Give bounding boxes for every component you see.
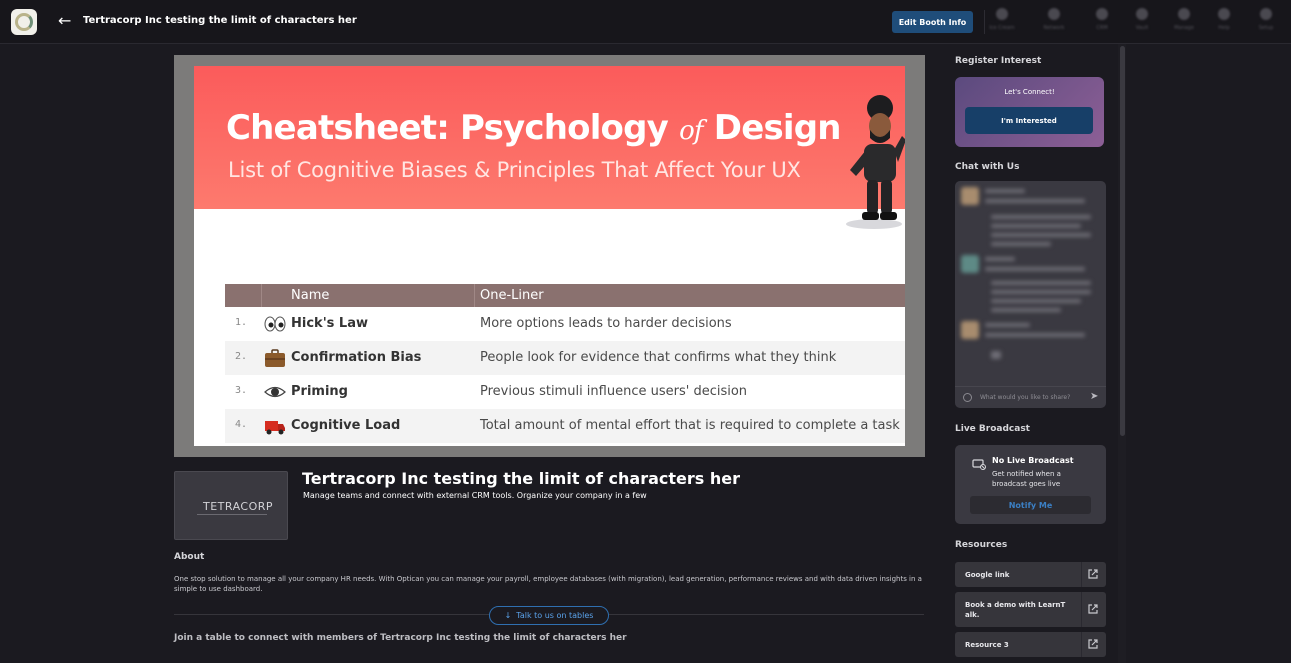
column-one-liner: One-Liner [480,288,544,303]
chat-message-blurred [985,257,1095,271]
send-icon[interactable]: ➤ [1090,391,1098,402]
booth-name: Tertracorp Inc testing the limit of char… [302,469,741,488]
chat-input-placeholder[interactable]: What would you like to share? [980,394,1070,401]
page-title: Tertracorp Inc testing the limit of char… [83,15,357,26]
tool-icon [1096,8,1108,20]
no-live-broadcast-title: No Live Broadcast [992,456,1074,465]
external-link-icon[interactable] [1087,568,1099,580]
column-name: Name [291,288,330,303]
edit-booth-info-button[interactable]: Edit Booth Info [892,11,973,33]
live-broadcast-card: No Live Broadcast Get notified when a br… [955,445,1106,524]
slide-image: Cheatsheet: Psychology of Design List of… [194,66,905,446]
emoji-icon[interactable] [963,393,972,402]
toolbar-tool-2[interactable]: Network [1039,8,1069,38]
toolbar-tool-4[interactable]: Vault [1127,8,1157,38]
top-bar: ← Tertracorp Inc testing the limit of ch… [0,0,1291,44]
toolbar-divider [984,10,985,34]
booth-tagline: Manage teams and connect with external C… [303,491,647,500]
booth-logo-thumbnail: TETRACORP [174,471,288,540]
header-divider [261,284,262,307]
thumbnail-line [197,514,267,515]
live-broadcast-heading: Live Broadcast [955,424,1030,434]
external-link-icon[interactable] [1087,603,1099,615]
tool-icon [1260,8,1272,20]
tool-icon [1218,8,1230,20]
chat-message-blurred [991,351,1001,359]
slide-subtitle: List of Cognitive Biases & Principles Th… [228,158,801,182]
toolbar-tool-3[interactable]: CRM [1087,8,1117,38]
live-broadcast-description: Get notified when a broadcast goes live [992,470,1061,488]
about-heading: About [174,552,205,562]
external-link-icon[interactable] [1087,638,1099,650]
chat-message-blurred [991,281,1101,312]
chat-avatar [961,187,979,205]
table-row: 4. Cognitive Load Total amount of mental… [225,409,905,443]
about-text: One stop solution to manage all your com… [174,575,922,593]
register-interest-heading: Register Interest [955,56,1042,66]
broadcast-off-icon [972,459,986,470]
arrow-down-icon: ↓ [504,611,512,620]
tool-icon [1136,8,1148,20]
avatar-illustration [846,95,905,229]
truck-icon [265,421,285,435]
sidebar-scrollbar-thumb[interactable] [1120,46,1125,436]
chat-message-blurred [985,189,1095,203]
tool-icon [1048,8,1060,20]
tool-icon [996,8,1008,20]
eyes-icon [264,316,286,332]
resource-link-book-demo[interactable]: Book a demo with LearnT alk. [955,592,1106,627]
chat-avatar [961,255,979,273]
slide-title: Cheatsheet: Psychology of Design [226,108,842,148]
chat-message-blurred [961,187,979,205]
toolbar-tool-7[interactable]: Setup [1251,8,1281,38]
header-divider [474,284,475,307]
chat-message-blurred [991,215,1101,246]
chat-heading: Chat with Us [955,162,1020,172]
chat-input-bar[interactable]: What would you like to share? ➤ [955,386,1106,408]
resource-link-3[interactable]: Resource 3 [955,632,1106,657]
im-interested-button[interactable]: I'm Interested [965,107,1093,134]
notify-me-button[interactable]: Notify Me [970,496,1091,514]
back-arrow-icon[interactable]: ← [58,12,71,30]
resource-link-google[interactable]: Google link [955,562,1106,587]
talk-to-us-button[interactable]: ↓ Talk to us on tables [489,606,609,625]
booth-media-viewer[interactable]: Cheatsheet: Psychology of Design List of… [174,55,925,457]
chat-message-blurred [961,321,979,339]
join-table-text: Join a table to connect with members of … [174,633,627,643]
table-row: 2. Confirmation Bias People look for evi… [225,341,905,375]
register-interest-card: Let's Connect! I'm Interested [955,77,1104,147]
toolbar-tool-1[interactable]: Ice Cream [987,8,1017,38]
table-header: Name One-Liner [225,284,905,307]
toolbar-tool-5[interactable]: Manage [1169,8,1199,38]
chat-message-blurred [961,255,979,273]
table-row: 3. Priming Previous stimuli influence us… [225,375,905,409]
table-row: 1. Hick's Law More options leads to hard… [225,307,905,341]
briefcase-icon [265,349,285,367]
lets-connect-text: Let's Connect! [1004,88,1055,96]
logo-ring-icon [15,13,33,31]
resources-heading: Resources [955,540,1008,550]
toolbar-tool-6[interactable]: Help [1209,8,1239,38]
chat-panel: What would you like to share? ➤ [955,181,1106,408]
eye-icon [264,386,286,398]
tool-icon [1178,8,1190,20]
app-logo[interactable] [11,9,37,35]
chat-avatar [961,321,979,339]
chat-message-blurred [985,323,1095,337]
